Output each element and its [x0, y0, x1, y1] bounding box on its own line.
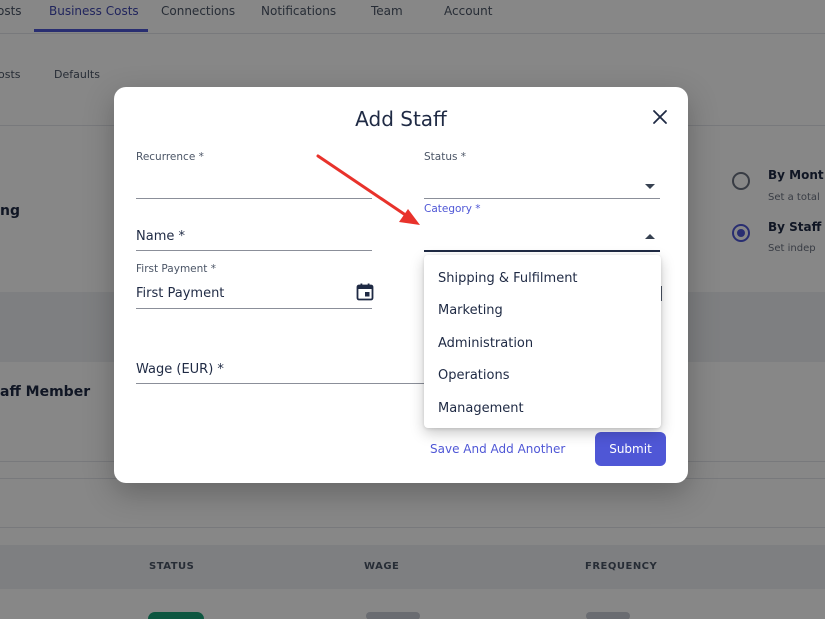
recurrence-label: Recurrence * [136, 151, 204, 163]
submit-button[interactable]: Submit [595, 432, 666, 466]
field-underline [424, 198, 660, 199]
app-page: osts Business Costs Connections Notifica… [0, 0, 825, 619]
wage-placeholder: Wage (EUR) * [136, 362, 224, 377]
name-placeholder: Name * [136, 229, 185, 244]
field-underline [136, 250, 372, 251]
status-label: Status * [424, 151, 467, 163]
field-underline [136, 308, 372, 309]
category-select[interactable]: Category * [424, 203, 660, 252]
calendar-icon[interactable] [356, 283, 374, 301]
category-option-marketing[interactable]: Marketing [424, 295, 661, 327]
recurrence-select[interactable]: Recurrence * [136, 151, 372, 199]
category-option-shipping-fulfilment[interactable]: Shipping & Fulfilment [424, 263, 661, 295]
first-payment-label: First Payment * [136, 263, 216, 275]
chevron-down-icon[interactable] [645, 184, 655, 189]
chevron-up-icon[interactable] [645, 234, 655, 239]
category-option-operations[interactable]: Operations [424, 360, 661, 392]
name-field[interactable]: Name * [136, 225, 372, 251]
close-icon[interactable] [650, 107, 670, 127]
first-payment-placeholder: First Payment [136, 286, 225, 301]
save-and-add-another-button[interactable]: Save And Add Another [430, 442, 565, 456]
dialog-title: Add Staff [355, 107, 447, 131]
status-select[interactable]: Status * [424, 151, 660, 199]
first-payment-field[interactable]: First Payment * First Payment [136, 263, 374, 309]
category-dropdown-menu: Shipping & Fulfilment Marketing Administ… [424, 255, 661, 428]
category-option-administration[interactable]: Administration [424, 328, 661, 360]
category-option-management[interactable]: Management [424, 393, 661, 425]
category-label: Category * [424, 203, 481, 215]
field-underline [136, 198, 372, 199]
field-underline [424, 250, 660, 252]
